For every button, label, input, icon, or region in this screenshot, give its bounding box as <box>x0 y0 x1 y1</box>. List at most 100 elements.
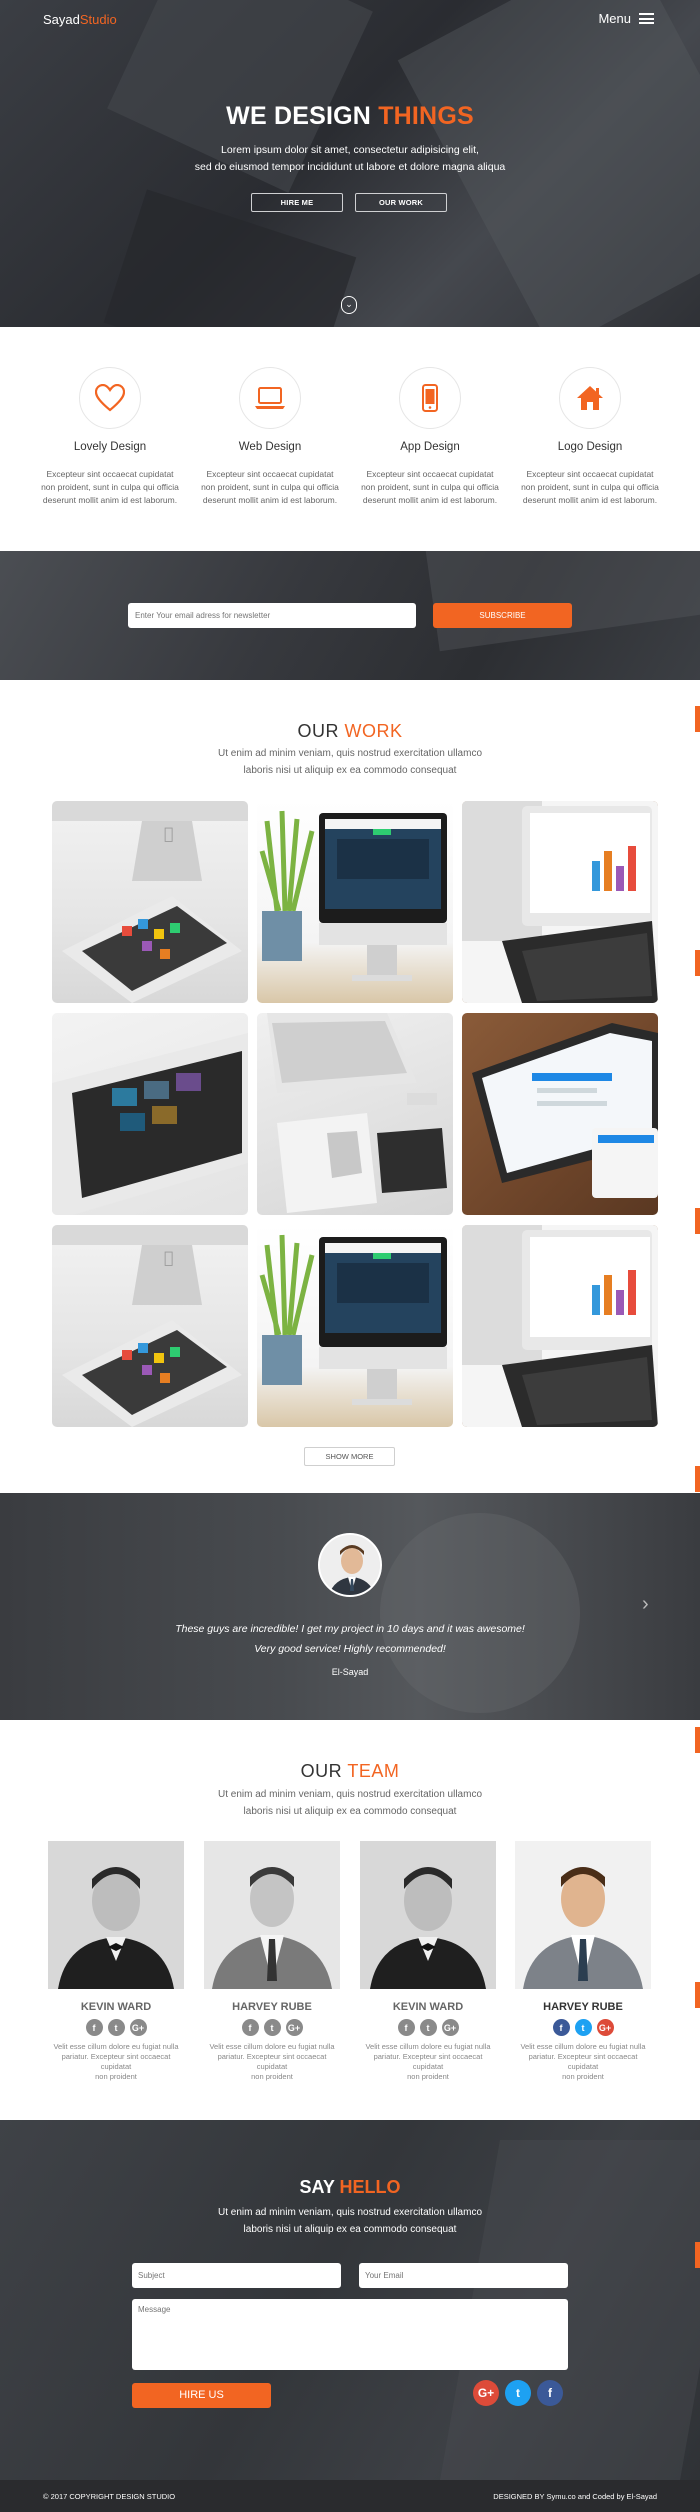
macbook-ipad-image <box>462 1225 658 1427</box>
service-description-line: non proident, sunt in culpa qui officia <box>361 482 499 492</box>
service-description-line: Excepteur sint occaecat cupidatat <box>366 469 494 479</box>
facebook-icon[interactable]: f <box>241 2019 259 2036</box>
service-icon-circle <box>399 367 461 429</box>
team-subtitle-line: Ut enim ad minim veniam, quis nostrud ex… <box>218 1789 482 1800</box>
subject-input[interactable] <box>132 2263 341 2288</box>
work-title-main: OUR <box>297 721 339 741</box>
email-input[interactable] <box>359 2263 568 2288</box>
team-member-bio-line: non proident <box>95 2072 137 2081</box>
newsletter-email-input[interactable] <box>128 603 416 628</box>
show-more-button[interactable]: SHOW MORE <box>304 1447 395 1466</box>
team-section-subtitle: Ut enim ad minim veniam, quis nostrud ex… <box>0 1786 700 1820</box>
contact-title-main: SAY <box>299 2177 335 2197</box>
magazines-tablet-image <box>267 1013 447 1213</box>
service-description-line: Excepteur sint occaecat cupidatat <box>46 469 174 479</box>
portfolio-item[interactable] <box>257 1013 453 1215</box>
service-logo-design: Logo Design Excepteur sint occaecat cupi… <box>514 367 666 507</box>
side-accent-marker <box>695 950 700 976</box>
logo-text: Sayad <box>43 12 80 27</box>
service-title: Logo Design <box>557 441 623 453</box>
portfolio-item[interactable] <box>462 801 658 1003</box>
twitter-icon[interactable]: t <box>107 2019 125 2036</box>
hero-subtitle: Lorem ipsum dolor sit amet, consectetur … <box>0 142 700 176</box>
menu-button[interactable]: Menu <box>598 11 654 26</box>
footer-credit: DESIGNED BY Symu.co and Coded by El-Saya… <box>493 2492 657 2501</box>
menu-label: Menu <box>598 11 631 26</box>
portfolio-item[interactable] <box>462 1225 658 1427</box>
person-photo <box>204 1841 340 1989</box>
service-web-design: Web Design Excepteur sint occaecat cupid… <box>194 367 346 507</box>
service-description-line: non proident, sunt in culpa qui officia <box>521 482 659 492</box>
service-app-design: App Design Excepteur sint occaecat cupid… <box>354 367 506 507</box>
work-subtitle-line: Ut enim ad minim veniam, quis nostrud ex… <box>218 748 482 759</box>
google-plus-icon[interactable]: G+ <box>596 2019 614 2036</box>
facebook-icon[interactable]: f <box>537 2380 563 2406</box>
team-member-photo <box>48 1841 184 1989</box>
side-accent-marker <box>695 706 700 732</box>
team-member-bio-line: pariatur. Excepteur sint occaecat cupida… <box>61 2052 171 2071</box>
portfolio-item[interactable]:  <box>52 801 248 1003</box>
portfolio-item[interactable] <box>52 1013 248 1215</box>
work-title-accent: WORK <box>344 721 403 741</box>
contact-subtitle-line: laboris nisi ut aliquip ex ea commodo co… <box>243 2224 457 2235</box>
contact-subtitle: Ut enim ad minim veniam, quis nostrud ex… <box>0 2204 700 2238</box>
imac-ipad-image:  <box>52 1225 248 1427</box>
twitter-icon[interactable]: t <box>574 2019 592 2036</box>
hero-subtitle-line: Lorem ipsum dolor sit amet, consectetur … <box>221 144 479 156</box>
hire-me-button[interactable]: HIRE ME <box>251 193 343 212</box>
site-logo[interactable]: SayadStudio <box>43 12 117 27</box>
google-plus-icon[interactable]: G+ <box>285 2019 303 2036</box>
service-description: Excepteur sint occaecat cupidatat non pr… <box>354 468 506 507</box>
service-description: Excepteur sint occaecat cupidatat non pr… <box>194 468 346 507</box>
service-description-line: Excepteur sint occaecat cupidatat <box>206 469 334 479</box>
team-member-bio-line: Velit esse cillum dolore eu fugiat nulla <box>365 2042 491 2051</box>
google-plus-icon[interactable]: G+ <box>441 2019 459 2036</box>
work-subtitle-line: laboris nisi ut aliquip ex ea commodo co… <box>243 765 457 776</box>
chevron-right-icon[interactable]: › <box>642 1593 649 1616</box>
team-member-bio-line: non proident <box>407 2072 449 2081</box>
portfolio-item[interactable] <box>257 801 453 1003</box>
side-accent-marker <box>695 1982 700 2008</box>
google-plus-icon[interactable]: G+ <box>129 2019 147 2036</box>
person-photo <box>360 1841 496 1989</box>
footer: © 2017 COPYRIGHT DESIGN STUDIO DESIGNED … <box>0 2480 700 2512</box>
service-icon-circle <box>559 367 621 429</box>
logo-accent-text: Studio <box>79 12 117 27</box>
hero-title: WE DESIGN THINGS <box>0 102 700 131</box>
service-icon-circle <box>239 367 301 429</box>
twitter-icon[interactable]: t <box>505 2380 531 2406</box>
team-member-name: KEVIN WARD <box>392 2001 464 2013</box>
twitter-icon[interactable]: t <box>263 2019 281 2036</box>
team-member-bio-line: pariatur. Excepteur sint occaecat cupida… <box>217 2052 327 2071</box>
contact-subtitle-line: Ut enim ad minim veniam, quis nostrud ex… <box>218 2207 482 2218</box>
side-accent-marker <box>695 2242 700 2268</box>
side-accent-marker <box>695 1466 700 1492</box>
google-plus-icon[interactable]: G+ <box>473 2380 499 2406</box>
subscribe-button[interactable]: SUBSCRIBE <box>433 603 572 628</box>
mobile-icon <box>422 384 438 412</box>
twitter-icon[interactable]: t <box>419 2019 437 2036</box>
hero-section: SayadStudio Menu WE DESIGN THINGS Lorem … <box>0 0 700 327</box>
home-icon <box>577 386 603 410</box>
scroll-down-icon[interactable]: ⌄ <box>341 296 357 314</box>
work-section-subtitle: Ut enim ad minim veniam, quis nostrud ex… <box>0 745 700 779</box>
service-description-line: deserunt mollit anim id est laborum. <box>362 495 498 505</box>
work-section-title: OUR WORK <box>0 721 700 742</box>
portfolio-item[interactable] <box>257 1225 453 1427</box>
portfolio-item[interactable] <box>462 1013 658 1215</box>
portfolio-item[interactable]:  <box>52 1225 248 1427</box>
footer-copyright: © 2017 COPYRIGHT DESIGN STUDIO <box>43 2492 176 2501</box>
message-textarea[interactable] <box>132 2299 568 2370</box>
team-member-card: HARVEY RUBE f t G+ Velit esse cillum dol… <box>515 1841 651 2082</box>
hire-us-button[interactable]: HIRE US <box>132 2383 271 2408</box>
facebook-icon[interactable]: f <box>397 2019 415 2036</box>
team-member-socials: f t G+ <box>515 2019 651 2036</box>
side-accent-marker <box>695 1208 700 1234</box>
facebook-icon[interactable]: f <box>85 2019 103 2036</box>
facebook-icon[interactable]: f <box>552 2019 570 2036</box>
service-description-line: deserunt mollit anim id est laborum. <box>522 495 658 505</box>
service-description: Excepteur sint occaecat cupidatat non pr… <box>34 468 186 507</box>
person-photo <box>48 1841 184 1989</box>
our-work-button[interactable]: OUR WORK <box>355 193 447 212</box>
team-member-card: HARVEY RUBE f t G+ Velit esse cillum dol… <box>204 1841 340 2082</box>
